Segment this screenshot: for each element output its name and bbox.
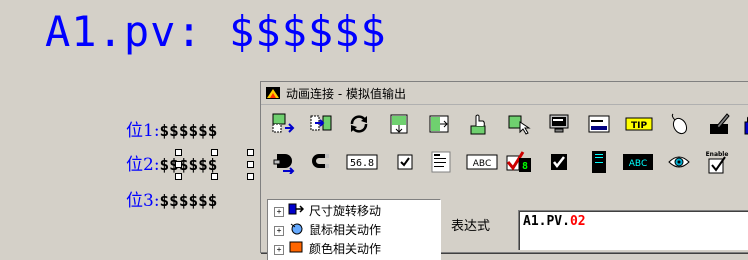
expression-input[interactable]: A1.PV.02: [518, 210, 748, 250]
rotate-icon[interactable]: [345, 110, 373, 138]
mouse-action-icon: [288, 221, 304, 241]
size-rotate-icon: [288, 202, 305, 222]
eight-label: 8: [522, 161, 528, 172]
tree-item-mouse-actions[interactable]: + 鼠标相关动作: [268, 221, 440, 240]
text-abc-label: ABC: [473, 159, 491, 169]
check-8-icon[interactable]: 8: [505, 148, 533, 176]
fill-vertical-icon[interactable]: [385, 110, 413, 138]
resize-handle[interactable]: [211, 149, 218, 156]
resize-icon[interactable]: [269, 110, 297, 138]
position-label: 位3:: [126, 191, 160, 211]
position-row-3: 位3:$$$$$$: [126, 190, 217, 212]
position-value: $$$$$$: [159, 121, 218, 140]
bar-display-icon[interactable]: [585, 148, 613, 176]
position-value: $$$$$$: [159, 191, 218, 210]
dialog-title: 动画连接 - 模拟值输出: [286, 86, 406, 101]
resize-handle[interactable]: [175, 173, 182, 180]
animation-link-dialog: 动画连接 - 模拟值输出 TIP 56.8 ABC 8 ABC Enable +…: [260, 81, 748, 260]
resize-handle[interactable]: [247, 161, 254, 168]
tree-item-label: 颜色相关动作: [309, 242, 382, 256]
tip-icon[interactable]: TIP: [625, 110, 653, 138]
resize-handle[interactable]: [175, 161, 182, 168]
toolbar-row-1: TIP: [267, 110, 748, 140]
move-icon[interactable]: [307, 110, 335, 138]
list-icon[interactable]: [427, 148, 455, 176]
resize-handle[interactable]: [211, 173, 218, 180]
monitor-icon[interactable]: [545, 110, 573, 138]
expression-separator: .: [562, 214, 570, 229]
expand-icon[interactable]: +: [274, 225, 284, 236]
checkbox-icon[interactable]: [391, 148, 419, 176]
expression-index: 02: [569, 214, 586, 229]
resize-handle[interactable]: [175, 149, 182, 156]
text-output-icon[interactable]: ABC: [465, 148, 499, 176]
tip-label: TIP: [631, 121, 647, 131]
enable-icon[interactable]: Enable: [703, 148, 731, 176]
variable-display-title: A1.pv: $$$$$$: [45, 7, 387, 56]
resize-handle[interactable]: [247, 149, 254, 156]
selection-frame[interactable]: [175, 149, 254, 180]
action-tree: + 尺寸旋转移动 + 鼠标相关动作 + 颜色相关动作: [267, 199, 441, 260]
expand-icon[interactable]: +: [274, 244, 284, 255]
expand-icon[interactable]: +: [274, 206, 284, 217]
window-icon[interactable]: [585, 110, 613, 138]
lock-icon[interactable]: [739, 110, 748, 138]
toolbar-row-2: 56.8 ABC 8 ABC Enable: [267, 148, 748, 178]
app-icon: [265, 85, 281, 101]
position-label: 位2:: [126, 155, 160, 175]
tree-item-label: 尺寸旋转移动: [309, 204, 382, 218]
dialog-titlebar[interactable]: 动画连接 - 模拟值输出: [261, 82, 748, 105]
eye-icon[interactable]: [665, 148, 693, 176]
expression-label: 表达式: [451, 219, 491, 234]
mouse-icon[interactable]: [665, 110, 693, 138]
color-action-icon: [288, 240, 304, 260]
magnet-icon[interactable]: [307, 148, 335, 176]
resize-handle[interactable]: [247, 173, 254, 180]
numeric-output-icon[interactable]: 56.8: [345, 148, 379, 176]
tree-item-label: 鼠标相关动作: [309, 223, 382, 237]
abc-display-label: ABC: [629, 159, 647, 169]
fill-horizontal-icon[interactable]: [425, 110, 453, 138]
drag-icon[interactable]: [505, 110, 533, 138]
toggle-icon[interactable]: [269, 148, 297, 176]
position-row-1: 位1:$$$$$$: [126, 120, 217, 142]
checkbox-dark-icon[interactable]: [545, 148, 573, 176]
abc-display-icon[interactable]: ABC: [621, 148, 655, 176]
numeric-label: 56.8: [350, 158, 374, 169]
position-label: 位1:: [126, 121, 160, 141]
expression-variable: A1: [523, 214, 539, 229]
tree-item-color-actions[interactable]: + 颜色相关动作: [268, 240, 440, 259]
enable-label: Enable: [706, 151, 729, 158]
expression-field: PV: [546, 214, 563, 229]
hand-click-icon[interactable]: [465, 110, 493, 138]
tree-item-size-rotate[interactable]: + 尺寸旋转移动: [268, 202, 440, 221]
pen-icon[interactable]: [705, 110, 733, 138]
